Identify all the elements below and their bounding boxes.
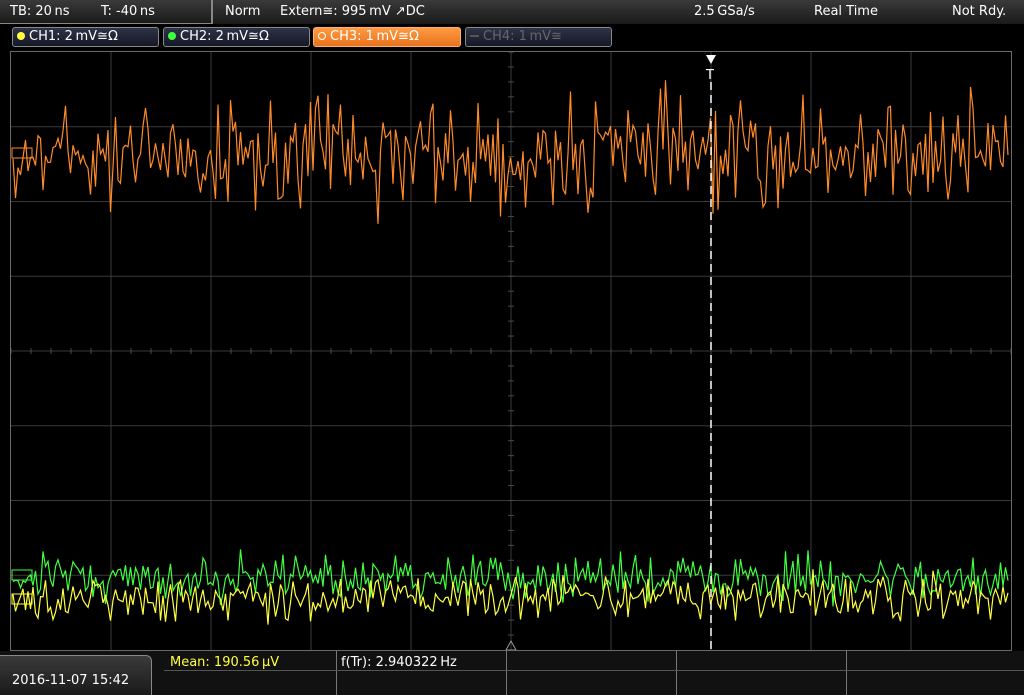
waveform-display[interactable]: T — [10, 51, 1012, 651]
channel-1-dot-icon — [17, 32, 25, 40]
channel-4-dash-icon — [470, 35, 479, 37]
channel-2-button[interactable]: CH2: 2 mV≅Ω — [163, 27, 310, 47]
channel-4-button[interactable]: CH4: 1 mV≅ — [465, 27, 612, 47]
measurement-cell-4[interactable] — [676, 651, 846, 695]
mean-measurement: Mean: 190.56 µV — [170, 655, 280, 670]
acquisition-mode-label: Real Time — [814, 4, 878, 19]
run-state-label: Not Rdy. — [952, 4, 1007, 19]
graticule: T — [11, 52, 1011, 650]
status-bar: TB: 20 ns T: -40 ns Norm Extern≅: 995 mV… — [0, 0, 1024, 24]
channel-3-label: CH3: 1 mV≅Ω — [330, 29, 419, 44]
trigger-marker-label: T — [705, 68, 714, 83]
channel-3-offset-marker-icon — [11, 147, 33, 159]
channel-1-label: CH1: 2 mV≅Ω — [29, 29, 118, 44]
timebase-label: TB: 20 ns — [10, 4, 70, 19]
measurement-cell-3[interactable] — [506, 651, 676, 695]
channel-3-button[interactable]: CH3: 1 mV≅Ω — [313, 27, 461, 47]
channel-4-label: CH4: 1 mV≅ — [483, 29, 562, 44]
trigger-time-label: T: -40 ns — [101, 4, 155, 19]
channel-2-label: CH2: 2 mV≅Ω — [180, 29, 269, 44]
frequency-measurement: f(Tr): 2.940322 Hz — [341, 655, 457, 670]
datetime-label: 2016-11-07 15:42 — [12, 673, 130, 688]
channel-1-button[interactable]: CH1: 2 mV≅Ω — [12, 27, 159, 47]
sample-rate-label: 2.5 GSa/s — [694, 4, 755, 19]
trigger-mode-label[interactable]: Norm — [225, 4, 260, 20]
trigger-source-label[interactable]: Extern≅: 995 mV ↗DC — [280, 4, 425, 20]
channel-2-dot-icon — [168, 32, 176, 40]
measurement-cell-5[interactable] — [846, 651, 1024, 695]
channel-3-dot-icon — [318, 32, 326, 40]
measurement-row-divider — [164, 670, 1024, 671]
trigger-position-marker-icon — [706, 55, 716, 64]
